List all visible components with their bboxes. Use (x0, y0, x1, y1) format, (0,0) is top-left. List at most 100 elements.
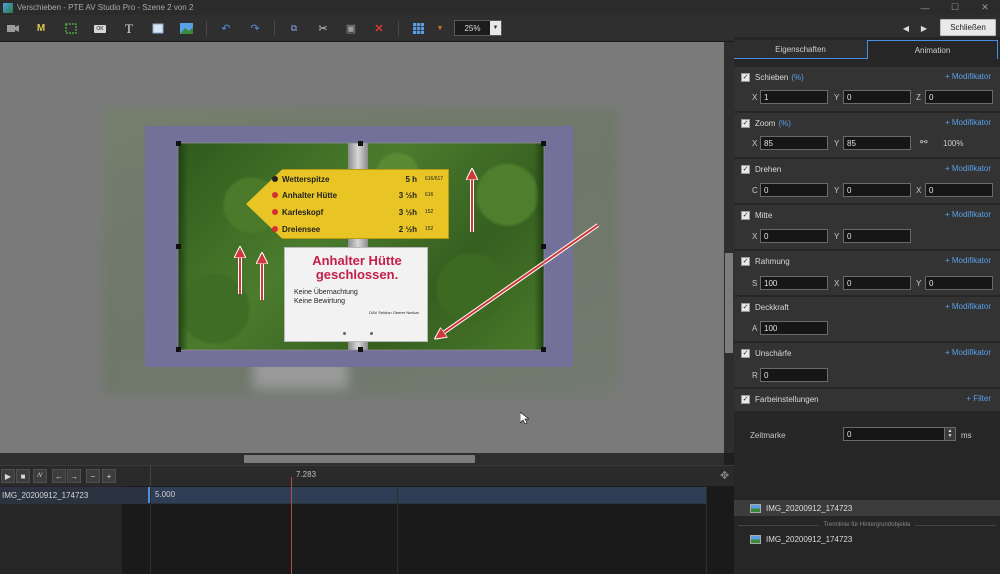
rahmung-x-input[interactable]: 0 (843, 276, 911, 290)
section-header: ✓ Rahmung (741, 256, 790, 266)
close-editor-button[interactable]: Schließen (940, 19, 996, 36)
rectangle-icon[interactable] (148, 19, 168, 38)
timeline-area[interactable]: IMG_20200912_174723 5.000 (0, 486, 734, 574)
rahmung-y-input[interactable]: 0 (925, 276, 993, 290)
panel-tabs: Eigenschaften Animation (734, 40, 1000, 59)
scrollbar-thumb[interactable] (725, 253, 733, 353)
motion-arrows (177, 142, 600, 351)
checkbox-unschaerfe[interactable]: ✓ (741, 348, 750, 358)
list-item[interactable]: IMG_20200912_174723 (734, 531, 1000, 547)
camera-icon[interactable] (3, 19, 23, 38)
mask-icon[interactable]: M (31, 19, 51, 38)
schieben-y-input[interactable]: 0 (843, 90, 911, 104)
field-label: X (834, 279, 840, 288)
chevron-down-icon[interactable]: ▼ (948, 434, 953, 439)
resize-handle[interactable] (176, 347, 181, 352)
add-modifier-link[interactable]: + Modifikator (945, 164, 991, 173)
image-icon[interactable] (176, 19, 196, 38)
section-rahmung: ✓ Rahmung + Modifikator S 100 X 0 Y 0 (734, 251, 1000, 296)
prev-keyframe-button[interactable]: ← (52, 469, 66, 483)
zeitmarke-spinner[interactable]: ▲ ▼ (944, 427, 956, 441)
zoom-select[interactable]: 25% ▼ (454, 20, 502, 36)
undo-icon[interactable]: ↶ (216, 19, 236, 38)
add-modifier-link[interactable]: + Modifikator (945, 118, 991, 127)
add-modifier-link[interactable]: + Modifikator (945, 72, 991, 81)
tab-animation[interactable]: Animation (867, 40, 998, 59)
checkbox-deckkraft[interactable]: ✓ (741, 302, 750, 312)
maximize-button[interactable]: ☐ (940, 0, 970, 15)
section-header: ✓ Drehen (741, 164, 781, 174)
selection-box (177, 142, 545, 351)
section-title: Farbeinstellungen (755, 394, 819, 404)
resize-handle[interactable] (176, 244, 181, 249)
paste-icon[interactable]: ▣ (341, 19, 361, 38)
resize-handle[interactable] (358, 347, 363, 352)
canvas-vertical-scrollbar[interactable] (724, 42, 734, 453)
resize-handle[interactable] (358, 141, 363, 146)
window-close-button[interactable]: ✕ (970, 0, 1000, 15)
checkbox-rahmung[interactable]: ✓ (741, 256, 750, 266)
list-item[interactable]: IMG_20200912_174723 (734, 500, 1000, 516)
add-modifier-link[interactable]: + Modifikator (945, 210, 991, 219)
schieben-x-input[interactable]: 1 (760, 90, 828, 104)
timeline-toolbar: ▶ ■ ⁄\⁄ ← → − + 7.283 ✥ (0, 465, 734, 487)
timeline-clip[interactable]: 5.000 (148, 487, 706, 503)
zoom-y-input[interactable]: 85 (843, 136, 911, 150)
zeitmarke-input[interactable]: 0 (843, 427, 945, 441)
canvas-horizontal-scrollbar[interactable] (0, 453, 724, 465)
text-icon[interactable]: T (119, 19, 139, 38)
delete-icon[interactable]: ✕ (369, 19, 389, 38)
zoom-x-input[interactable]: 85 (760, 136, 828, 150)
move-icon[interactable]: ✥ (720, 469, 729, 482)
stop-button[interactable]: ■ (16, 469, 30, 483)
button-object-icon[interactable]: OK (90, 19, 110, 38)
add-modifier-link[interactable]: + Modifikator (945, 256, 991, 265)
add-filter-link[interactable]: + Filter (966, 394, 991, 403)
resize-handle[interactable] (176, 141, 181, 146)
add-modifier-link[interactable]: + Modifikator (945, 302, 991, 311)
checkbox-schieben[interactable]: ✓ (741, 72, 750, 82)
grid-icon[interactable] (408, 19, 428, 38)
minimize-button[interactable]: — (910, 0, 940, 15)
deckkraft-a-input[interactable]: 100 (760, 321, 828, 335)
link-icon[interactable]: ⚯ (920, 137, 928, 148)
play-button[interactable]: ▶ (1, 469, 15, 483)
mitte-y-input[interactable]: 0 (843, 229, 911, 243)
previous-icon[interactable]: ◀ (896, 19, 916, 38)
schieben-z-input[interactable]: 0 (925, 90, 993, 104)
resize-handle[interactable] (541, 244, 546, 249)
drehen-c-input[interactable]: 0 (760, 183, 828, 197)
chevron-down-icon[interactable]: ▼ (490, 21, 501, 35)
resize-handle[interactable] (541, 141, 546, 146)
tab-eigenschaften[interactable]: Eigenschaften (734, 40, 867, 59)
keyframe-button[interactable]: ⁄\⁄ (33, 469, 47, 483)
next-keyframe-button[interactable]: → (67, 469, 81, 483)
remove-keyframe-button[interactable]: − (86, 469, 100, 483)
next-icon[interactable]: ▶ (914, 19, 934, 38)
add-keyframe-button[interactable]: + (102, 469, 116, 483)
redo-icon[interactable]: ↷ (245, 19, 265, 38)
grid-dropdown-icon[interactable]: ▼ (430, 19, 450, 38)
playhead[interactable] (291, 477, 292, 574)
rahmung-s-input[interactable]: 100 (760, 276, 828, 290)
checkbox-zoom[interactable]: ✓ (741, 118, 750, 128)
preview-canvas[interactable]: Wetterspitze 5 h 616/617 Anhalter Hütte … (0, 42, 724, 453)
add-modifier-link[interactable]: + Modifikator (945, 348, 991, 357)
checkbox-farbeinstellungen[interactable]: ✓ (741, 394, 750, 404)
drehen-x-input[interactable]: 0 (925, 183, 993, 197)
mitte-x-input[interactable]: 0 (760, 229, 828, 243)
track-label: IMG_20200912_174723 (2, 491, 89, 500)
copy-objects-icon[interactable]: ⧉ (284, 19, 304, 38)
image-icon (750, 534, 761, 544)
resize-handle[interactable] (541, 347, 546, 352)
field-label: X (916, 186, 922, 195)
scrollbar-thumb[interactable] (244, 455, 475, 463)
section-title: Schieben (%) (755, 72, 804, 82)
cut-icon[interactable]: ✂ (313, 19, 333, 38)
unschaerfe-r-input[interactable]: 0 (760, 368, 828, 382)
checkbox-drehen[interactable]: ✓ (741, 164, 750, 174)
drehen-y-input[interactable]: 0 (843, 183, 911, 197)
checkbox-mitte[interactable]: ✓ (741, 210, 750, 220)
section-title: Rahmung (755, 256, 790, 266)
frame-icon[interactable] (61, 19, 81, 38)
